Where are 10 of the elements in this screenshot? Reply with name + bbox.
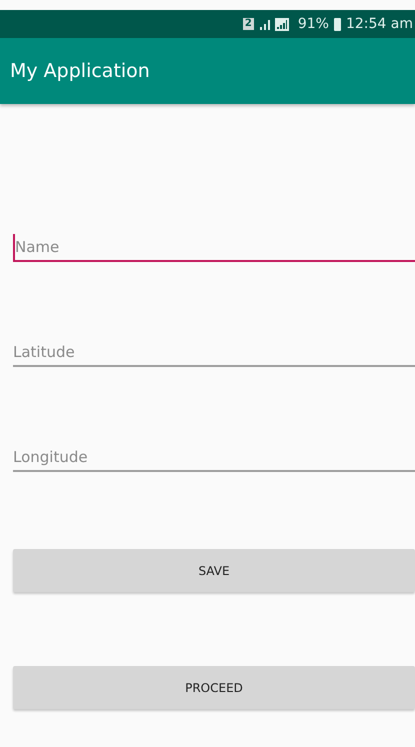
- sim-icon: 2: [242, 18, 254, 30]
- input-field[interactable]: Longitude: [13, 444, 415, 472]
- input-field[interactable]: Latitude: [13, 339, 415, 367]
- clock-time: 12:54 am: [346, 16, 413, 32]
- save-button[interactable]: SAVE: [13, 549, 415, 592]
- battery-icon: [334, 18, 341, 30]
- proceed-button[interactable]: PROCEED: [13, 666, 415, 709]
- app-title: My Application: [10, 60, 150, 82]
- battery-percent: 91%: [298, 16, 329, 32]
- input-field[interactable]: Name: [13, 234, 415, 262]
